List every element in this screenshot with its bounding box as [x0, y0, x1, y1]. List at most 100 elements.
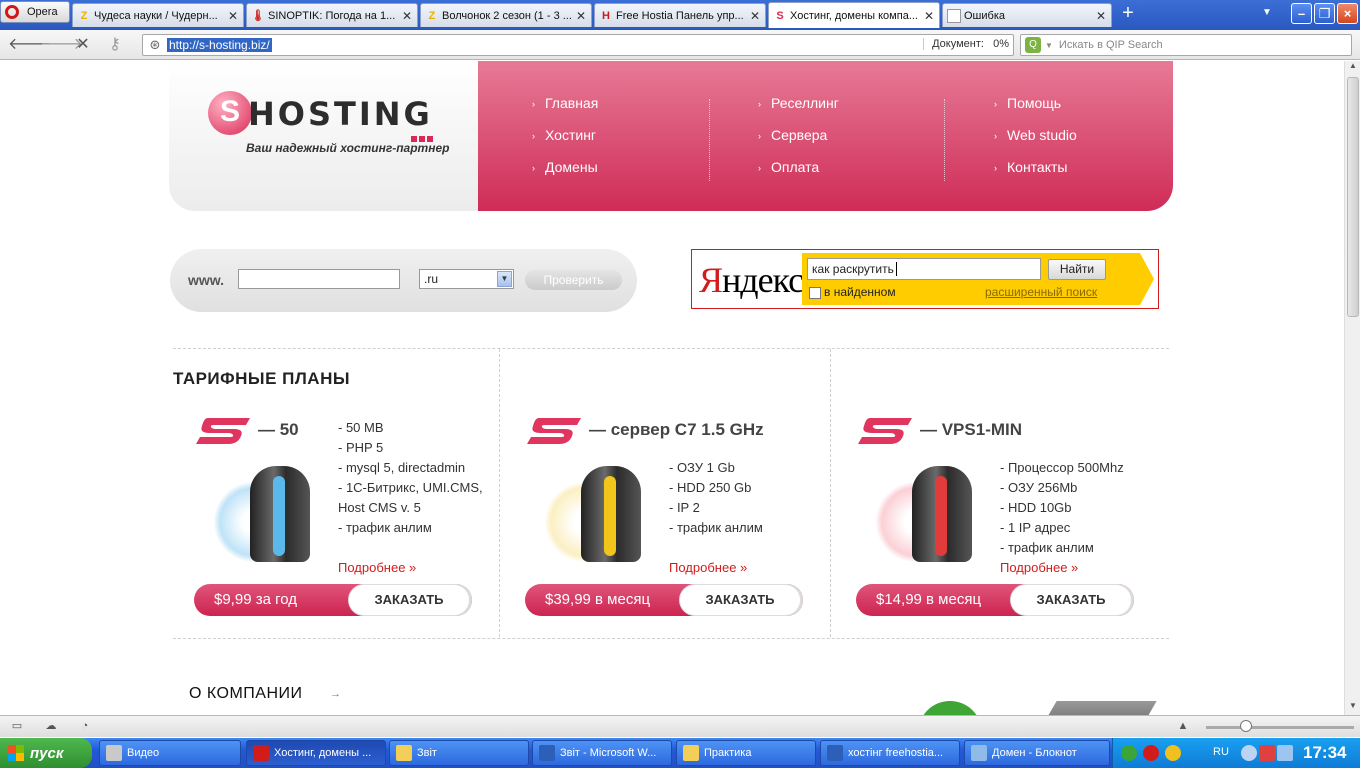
plan-details-link[interactable]: Подробнее » [1000, 560, 1078, 575]
new-tab-plus-icon[interactable]: + [1118, 3, 1138, 24]
window-app-icon [539, 745, 555, 761]
plan-feature: - трафик анлим [669, 520, 763, 535]
close-tab-icon[interactable]: ✕ [575, 9, 587, 23]
browser-tab[interactable]: Z Волчонок 2 сезон (1 - 3 ... ✕ [420, 3, 592, 27]
menu-item-domains[interactable]: › Домены [532, 159, 598, 191]
scroll-up-arrow-icon[interactable]: ▲ [1345, 61, 1360, 75]
restore-window-icon[interactable]: ❐ [1314, 3, 1335, 24]
close-tab-icon[interactable]: ✕ [1095, 9, 1107, 23]
tab-list-chevron-down-icon[interactable]: ▼ [1262, 7, 1272, 18]
taskbar-window-button[interactable]: Практика [676, 740, 816, 766]
plan-details-link[interactable]: Подробнее » [338, 560, 416, 575]
taskbar-window-button[interactable]: Звіт - Microsoft W... [532, 740, 672, 766]
menu-item-hosting[interactable]: › Хостинг [532, 127, 598, 159]
order-button[interactable]: ЗАКАЗАТЬ [1010, 584, 1132, 616]
qip-search-input[interactable]: Q ▼ Искать в QIP Search [1020, 34, 1352, 56]
browser-tab[interactable]: S Хостинг, домены компа... ✕ [768, 2, 940, 28]
system-tray: RU 17:34 [1112, 738, 1360, 768]
taskbar-window-button[interactable]: Хостинг, домены ... [246, 740, 386, 766]
system-clock[interactable]: 17:34 [1303, 743, 1346, 763]
opera-menu-button[interactable]: Opera [0, 1, 70, 23]
domain-zone-select[interactable]: .ru ▼ [419, 269, 514, 289]
vertical-scrollbar[interactable]: ▲ ▼ [1344, 61, 1360, 715]
antivirus-tray-icon[interactable] [1165, 745, 1181, 761]
menu-bullet-icon: › [758, 163, 761, 173]
browser-tab[interactable]: Z Чудеса науки / Чудерн... ✕ [72, 3, 244, 27]
search-in-results-checkbox[interactable] [809, 287, 821, 299]
tab-favicon-icon [947, 8, 961, 23]
menu-item-payment[interactable]: › Оплата [758, 159, 839, 191]
key-icon[interactable]: ⚷ [104, 35, 126, 55]
scrollbar-thumb[interactable] [1347, 77, 1359, 317]
taskbar-window-button[interactable]: Видео [99, 740, 241, 766]
scroll-down-arrow-icon[interactable]: ▼ [1345, 701, 1360, 715]
menu-item-contacts[interactable]: › Контакты [994, 159, 1077, 191]
zoom-slider-thumb[interactable] [1240, 720, 1252, 732]
menu-item-main[interactable]: › Главная [532, 95, 598, 127]
network-tray-icon[interactable] [1277, 745, 1293, 761]
order-button[interactable]: ЗАКАЗАТЬ [679, 584, 801, 616]
yandex-logo[interactable]: Яндекс [699, 259, 804, 301]
about-arrow-icon[interactable]: → [330, 688, 341, 700]
yandex-query-input[interactable]: как раскрутить [807, 258, 1041, 280]
tab-favicon-icon: Z [428, 9, 436, 22]
keyboard-language[interactable]: RU [1213, 746, 1229, 758]
tab-title: Ошибка [964, 9, 1005, 22]
zoom-up-arrow-icon[interactable]: ▲ [1176, 720, 1190, 732]
plan-name[interactable]: — 50 [258, 420, 299, 440]
domain-name-input[interactable] [238, 269, 400, 289]
stop-x-icon[interactable]: ✕ [72, 35, 94, 55]
turbo-speedometer-icon[interactable]: ◔ [78, 720, 92, 732]
domain-prefix-label: www. [188, 272, 225, 288]
close-tab-icon[interactable]: ✕ [401, 9, 413, 23]
kaspersky-tray-icon[interactable] [1259, 745, 1275, 761]
menu-item-web-studio[interactable]: › Web studio [994, 127, 1077, 159]
back-arrow-icon[interactable]: 🡐 [8, 35, 51, 55]
menu-divider [944, 99, 945, 181]
back-tray-icon[interactable] [1241, 745, 1257, 761]
yandex-logo-rest: ндекс [722, 260, 804, 300]
site-logo[interactable]: S HOSTING Ваш надежный хостинг-партнер [206, 89, 449, 159]
menu-item-label: Контакты [1007, 159, 1068, 175]
utorrent-tray-icon[interactable] [1121, 745, 1137, 761]
taskbar-window-button[interactable]: Звіт [389, 740, 529, 766]
close-window-icon[interactable]: × [1337, 3, 1358, 24]
document-progress-value: 0% [993, 38, 1009, 50]
url-field[interactable]: ⊛ http://s-hosting.biz/ Документ: 0% [142, 34, 1014, 56]
order-button[interactable]: ЗАКАЗАТЬ [348, 584, 470, 616]
about-company-heading[interactable]: О КОМПАНИИ [189, 685, 303, 703]
advanced-search-link[interactable]: расширенный поиск [985, 285, 1097, 299]
start-button[interactable]: пуск [0, 738, 92, 768]
minimize-window-icon[interactable]: – [1291, 3, 1312, 24]
window-title: хостінг freehostia... [848, 747, 944, 759]
browser-tab[interactable]: 🌡 SINOPTIK: Погода на 1... ✕ [246, 3, 418, 27]
plan-name[interactable]: — сервер C7 1.5 GHz [589, 420, 764, 440]
plan-feature: - HDD 250 Gb [669, 480, 752, 495]
domain-check-form: www. .ru ▼ Проверить [170, 249, 637, 312]
search-engine-icon[interactable]: Q [1025, 37, 1041, 53]
menu-item-servers[interactable]: › Сервера [758, 127, 839, 159]
zoom-slider-track[interactable] [1206, 726, 1354, 729]
panel-toggle-icon[interactable]: ▭ [10, 720, 24, 732]
plan-details-link[interactable]: Подробнее » [669, 560, 747, 575]
close-tab-icon[interactable]: ✕ [923, 9, 935, 23]
forward-arrow-icon[interactable]: 🡒 [40, 35, 83, 55]
window-app-icon [396, 745, 412, 761]
zone-chevron-down-icon[interactable]: ▼ [497, 271, 512, 287]
close-tab-icon[interactable]: ✕ [227, 9, 239, 23]
menu-item-label: Домены [545, 159, 598, 175]
menu-item-reselling[interactable]: › Реселлинг [758, 95, 839, 127]
yandex-find-button[interactable]: Найти [1048, 259, 1106, 280]
tab-title: Волчонок 2 сезон (1 - 3 ... [442, 9, 571, 22]
opera-unite-cloud-icon[interactable]: ☁ [44, 720, 58, 732]
opera-tray-icon[interactable] [1143, 745, 1159, 761]
browser-tab[interactable]: Ошибка ✕ [942, 3, 1112, 27]
menu-item-help[interactable]: › Помощь [994, 95, 1077, 127]
search-engine-chevron-down-icon[interactable]: ▼ [1045, 41, 1053, 50]
close-tab-icon[interactable]: ✕ [749, 9, 761, 23]
plan-name[interactable]: — VPS1-MIN [920, 420, 1022, 440]
taskbar-window-button[interactable]: хостінг freehostia... [820, 740, 960, 766]
taskbar-window-button[interactable]: Домен - Блокнот [964, 740, 1110, 766]
browser-tab[interactable]: H Free Hostia Панель упр... ✕ [594, 3, 766, 27]
check-domain-button[interactable]: Проверить [525, 270, 622, 290]
